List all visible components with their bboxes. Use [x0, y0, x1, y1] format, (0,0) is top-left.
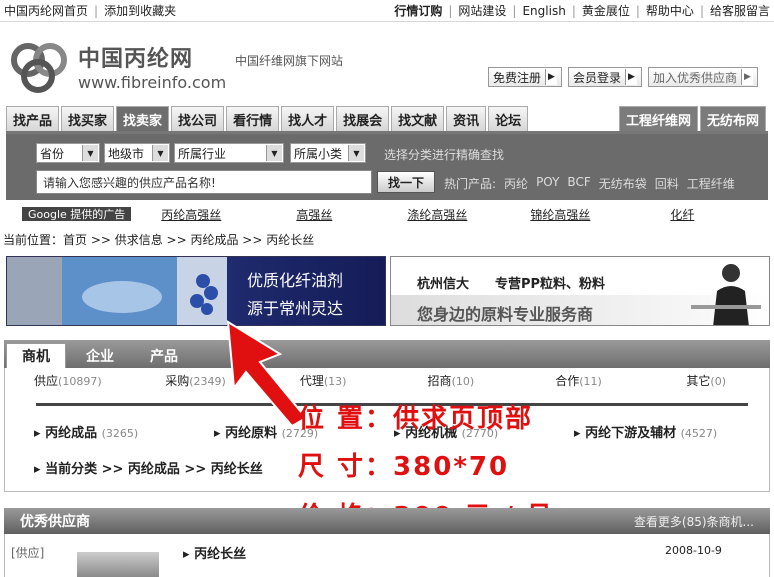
subcategory-select[interactable]: 所属小类 ▼	[290, 143, 366, 163]
hot-item[interactable]: 无纺布袋	[599, 175, 647, 192]
chevron-down-icon: ▼	[348, 145, 364, 161]
tab-market[interactable]: 看行情	[226, 106, 280, 131]
tab-find-products[interactable]: 找产品	[6, 106, 60, 131]
ad-link[interactable]: 丙纶高强丝	[161, 206, 221, 223]
chevron-down-icon: ▼	[266, 145, 282, 161]
header-slogan: 中国纤维网旗下网站	[235, 54, 344, 68]
chevron-down-icon: ▼	[82, 145, 98, 161]
ad-link[interactable]: 涤纶高强丝	[407, 206, 467, 223]
tab-find-sellers[interactable]: 找卖家	[116, 106, 170, 131]
ad-link[interactable]: 锦纶高强丝	[530, 206, 590, 223]
search-button[interactable]: 找一下	[377, 171, 435, 193]
join-supplier-button[interactable]: 加入优秀供应商 ▶	[647, 67, 758, 87]
arrow-right-icon: ▶	[544, 69, 557, 85]
banner-oil-agent[interactable]: 优质化纤油剂 源于常州灵达	[6, 256, 386, 326]
industry-select[interactable]: 所属行业 ▼	[174, 143, 284, 163]
hot-item[interactable]: 丙纶	[504, 175, 528, 192]
quote-subscribe-link[interactable]: 行情订购	[394, 2, 442, 19]
post-date: 2008-10-9	[665, 544, 722, 557]
gold-booth-link[interactable]: 黄金展位	[582, 2, 630, 19]
province-select[interactable]: 省份 ▼	[36, 143, 100, 163]
search-panel: 省份 ▼ 地级市 ▼ 所属行业 ▼ 所属小类 ▼ 选择分类进行精确查找 请输入您感兴趣的…	[6, 134, 768, 200]
tab-enterprises[interactable]: 企业	[70, 343, 130, 368]
product-name-link[interactable]: ▸ 丙纶长丝	[183, 543, 246, 562]
tab-talent[interactable]: 找人才	[281, 106, 335, 131]
tab-engineering-fiber[interactable]: 工程纤维网	[618, 106, 698, 131]
merchant-tabs: 商机 企业 产品	[4, 340, 770, 368]
tab-forum[interactable]: 论坛	[488, 106, 529, 131]
register-button[interactable]: 免费注册 ▶	[487, 67, 562, 87]
tab-find-companies[interactable]: 找公司	[171, 106, 225, 131]
ad-link[interactable]: 高强丝	[296, 206, 332, 223]
tab-opportunities[interactable]: 商机	[6, 343, 66, 368]
hot-item[interactable]: POY	[536, 175, 559, 192]
category-row: 供应(10897) 采购(2349) 代理(13) 招商(10) 合作(11) …	[4, 372, 770, 389]
header-buttons: 免费注册 ▶ 会员登录 ▶ 加入优秀供应商 ▶	[487, 67, 758, 87]
site-logo[interactable]: 中国丙纶网 www.fibreinfo.com	[6, 36, 236, 96]
tab-find-buyers[interactable]: 找买家	[61, 106, 115, 131]
overlay-size: 尺 寸：380*70	[298, 452, 510, 482]
banner2-line2: 您身边的原料专业服务商	[417, 305, 594, 324]
hot-products: 热门产品: 丙纶 POY BCF 无纺布袋 回料 工程纤维	[444, 175, 735, 192]
tab-exhibitions[interactable]: 找展会	[336, 106, 390, 131]
keyword-input[interactable]: 请输入您感兴趣的供应产品名称!	[36, 170, 372, 194]
product-thumbnail[interactable]	[77, 552, 159, 577]
google-ads-label: Google 提供的广告	[22, 207, 132, 221]
breadcrumb: 当前位置：首页 >> 供求信息 >> 丙纶成品 >> 丙纶长丝	[3, 233, 315, 247]
chevron-down-icon: ▼	[152, 145, 168, 161]
hot-item[interactable]: BCF	[567, 175, 590, 192]
category-supply[interactable]: 供应(10897)	[4, 372, 132, 389]
banner1-line1: 优质化纤油剂	[247, 271, 344, 290]
english-link[interactable]: English	[522, 4, 565, 18]
city-select[interactable]: 地级市 ▼	[104, 143, 170, 163]
top-bar: 中国丙纶网首页 | 添加到收藏夹 行情订购 | 网站建设 | English |…	[0, 0, 774, 22]
more-link[interactable]: 查看更多(85)条商机...	[634, 513, 754, 530]
overlay-position: 位 置：供求页顶部	[298, 404, 534, 434]
subcat-downstream[interactable]: ▸ 丙纶下游及辅材 (4527)	[574, 422, 754, 441]
businessman-icon	[691, 264, 761, 325]
arrow-right-icon: ▶	[624, 69, 637, 85]
add-favorite-link[interactable]: 添加到收藏夹	[104, 2, 176, 19]
subcat-finished[interactable]: ▸ 丙纶成品 (3265)	[34, 422, 214, 441]
ad-links: Google 提供的广告 丙纶高强丝 高强丝 涤纶高强丝 锦纶高强丝 化纤	[22, 206, 742, 222]
feedback-link[interactable]: 给客服留言	[710, 2, 770, 19]
supplier-row: [供应] ▸ 丙纶长丝 2008-10-9	[4, 534, 770, 577]
hot-item[interactable]: 回料	[655, 175, 679, 192]
logo-title: 中国丙纶网	[78, 46, 194, 72]
login-button[interactable]: 会员登录 ▶	[567, 67, 642, 87]
search-hint: 选择分类进行精确查找	[384, 148, 505, 162]
category-investment[interactable]: 招商(10)	[387, 372, 515, 389]
site-build-link[interactable]: 网站建设	[458, 2, 506, 19]
supplier-bar: 优秀供应商 查看更多(85)条商机...	[4, 508, 770, 534]
category-other[interactable]: 其它(0)	[642, 372, 770, 389]
home-link[interactable]: 中国丙纶网首页	[4, 2, 88, 19]
banner-pp-material[interactable]: 杭州信大 专营PP粒料、粉料 您身边的原料专业服务商	[390, 256, 770, 326]
tab-nonwoven[interactable]: 无纺布网	[699, 106, 766, 131]
banner2-line1: 杭州信大 专营PP粒料、粉料	[417, 277, 606, 292]
logo-rings-icon	[6, 38, 76, 94]
hot-item[interactable]: 工程纤维	[687, 175, 735, 192]
logo-url: www.fibreinfo.com	[78, 72, 227, 92]
ad-link[interactable]: 化纤	[670, 206, 694, 223]
main-nav: 找产品 找买家 找卖家 找公司 看行情 找人才 找展会 找文献 资讯 论坛 工程…	[6, 106, 768, 134]
tab-news[interactable]: 资讯	[446, 106, 487, 131]
supply-tag: [供应]	[11, 546, 45, 560]
supplier-title: 优秀供应商	[20, 514, 90, 530]
category-cooperation[interactable]: 合作(11)	[515, 372, 643, 389]
arrow-right-icon: ▶	[741, 69, 753, 85]
tab-literature[interactable]: 找文献	[391, 106, 445, 131]
current-category: ▸ 当前分类 >> 丙纶成品 >> 丙纶长丝	[34, 462, 263, 477]
tab-products[interactable]: 产品	[134, 343, 194, 368]
help-center-link[interactable]: 帮助中心	[646, 2, 694, 19]
